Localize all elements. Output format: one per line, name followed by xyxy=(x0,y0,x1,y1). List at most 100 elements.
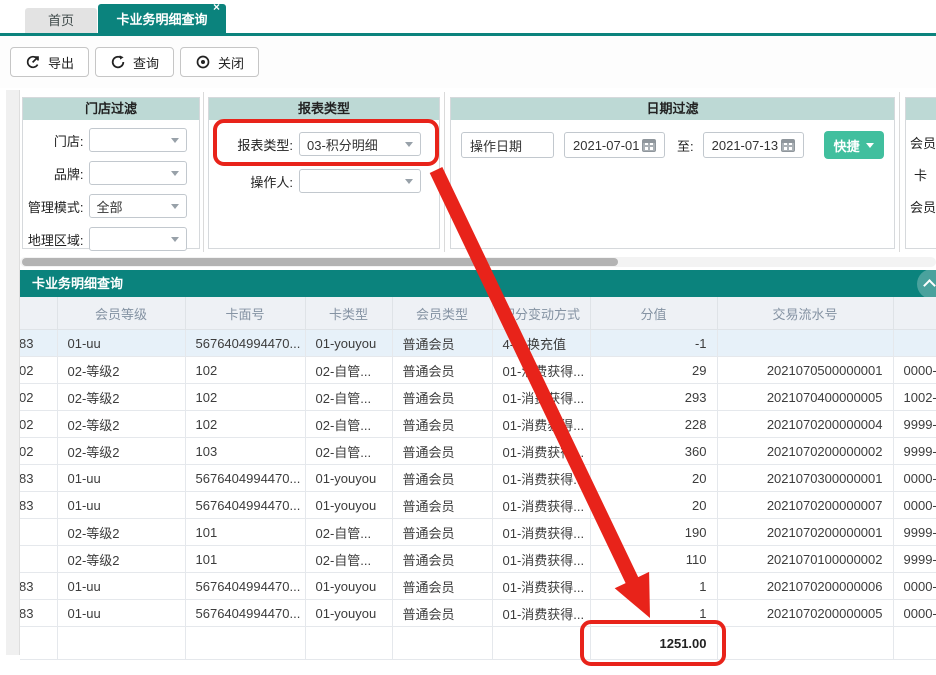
column-header[interactable]: 积分变动方式 xyxy=(492,297,590,330)
table-cell: 2021070100000002 xyxy=(717,546,893,573)
member-label-1: 会员 xyxy=(910,133,936,152)
table-cell xyxy=(305,627,392,660)
store-select[interactable] xyxy=(89,128,188,152)
table-row[interactable]: 0202-等级210302-自管...普通会员01-消费获得...3602021… xyxy=(20,438,936,465)
date-to-input[interactable]: 2021-07-13 xyxy=(703,132,804,158)
table-row[interactable]: 8301-uu5676404994470...01-youyou普通会员4-兑换… xyxy=(20,330,936,357)
table-cell: 普通会员 xyxy=(392,519,492,546)
table-cell: 02-等级2 xyxy=(57,546,185,573)
table-cell: 01-youyou xyxy=(305,573,392,600)
table-row[interactable]: 8301-uu5676404994470...01-youyou普通会员01-消… xyxy=(20,573,936,600)
tab-home[interactable]: 首页 xyxy=(25,8,97,33)
table-cell: 01-消费获得... xyxy=(492,411,590,438)
table-row[interactable]: 8301-uu5676404994470...01-youyou普通会员01-消… xyxy=(20,492,936,519)
chevron-down-icon xyxy=(171,138,179,143)
table-cell: 普通会员 xyxy=(392,465,492,492)
grid-header-row: 会员等级卡面号卡类型会员类型积分变动方式分值交易流水号 xyxy=(20,297,936,330)
report-type-panel: 报表类型 报表类型: 03-积分明细 操作人: xyxy=(208,97,440,249)
export-icon xyxy=(25,54,41,70)
table-cell: 4-兑换充值 xyxy=(492,330,590,357)
manage-mode-select[interactable]: 全部 xyxy=(89,194,188,218)
column-header[interactable] xyxy=(20,297,57,330)
table-cell: 83 xyxy=(20,330,57,357)
table-cell: 普通会员 xyxy=(392,357,492,384)
table-cell: 02 xyxy=(20,357,57,384)
date-from-input[interactable]: 2021-07-01 xyxy=(564,132,665,158)
tab-active-label: 卡业务明细查询 xyxy=(116,12,207,27)
store-label: 门店: xyxy=(23,131,84,150)
table-cell: 01-youyou xyxy=(305,465,392,492)
table-row[interactable]: 0202-等级210202-自管...普通会员01-消费获得...2920210… xyxy=(20,357,936,384)
table-cell: 5676404994470... xyxy=(185,573,305,600)
column-header[interactable]: 分值 xyxy=(590,297,717,330)
member-filter-title xyxy=(906,98,936,120)
close-button[interactable]: 关闭 xyxy=(180,47,259,77)
table-row[interactable]: 8301-uu5676404994470...01-youyou普通会员01-消… xyxy=(20,465,936,492)
grid-title: 卡业务明细查询 xyxy=(20,270,936,297)
close-circle-icon xyxy=(195,54,211,70)
column-header[interactable]: 交易流水号 xyxy=(717,297,893,330)
tab-close-icon[interactable]: × xyxy=(213,0,220,17)
table-cell: 02-等级2 xyxy=(57,519,185,546)
tab-card-detail-query[interactable]: 卡业务明细查询 × xyxy=(98,4,226,36)
table-cell: 01-消费获得... xyxy=(492,357,590,384)
table-cell xyxy=(185,627,305,660)
region-select[interactable] xyxy=(89,227,188,251)
table-cell xyxy=(893,627,936,660)
table-cell: 5676404994470... xyxy=(185,330,305,357)
table-cell: 0000- xyxy=(893,600,936,627)
calendar-icon[interactable] xyxy=(642,139,656,152)
table-cell: 普通会员 xyxy=(392,573,492,600)
table-cell: 102 xyxy=(185,384,305,411)
panel-divider xyxy=(203,92,204,252)
query-button-label: 查询 xyxy=(133,53,159,72)
column-header[interactable]: 会员等级 xyxy=(57,297,185,330)
table-cell xyxy=(392,627,492,660)
column-header[interactable] xyxy=(893,297,936,330)
table-cell: 0000- xyxy=(893,357,936,384)
export-button[interactable]: 导出 xyxy=(10,47,89,77)
table-row[interactable]: 8301-uu5676404994470...01-youyou普通会员01-消… xyxy=(20,600,936,627)
horizontal-scrollbar-thumb[interactable] xyxy=(22,258,618,266)
query-button[interactable]: 查询 xyxy=(95,47,174,77)
table-cell: 02-等级2 xyxy=(57,411,185,438)
table-cell: 01-消费获得... xyxy=(492,546,590,573)
table-cell xyxy=(20,546,57,573)
table-cell: 02-自管... xyxy=(305,411,392,438)
date-type-select[interactable]: 操作日期 xyxy=(461,132,554,158)
brand-select[interactable] xyxy=(89,161,188,185)
table-row[interactable]: 02-等级210102-自管...普通会员01-消费获得...110202107… xyxy=(20,546,936,573)
table-cell: 01-消费获得... xyxy=(492,438,590,465)
collapse-circle-button[interactable] xyxy=(917,270,936,297)
table-row[interactable]: 0202-等级210202-自管...普通会员01-消费获得...2282021… xyxy=(20,411,936,438)
table-cell: 01-uu xyxy=(57,465,185,492)
quick-range-button[interactable]: 快捷 xyxy=(824,131,884,159)
column-header[interactable]: 卡面号 xyxy=(185,297,305,330)
date-filter-title: 日期过滤 xyxy=(451,98,894,120)
table-row[interactable]: 02-等级210102-自管...普通会员01-消费获得...190202107… xyxy=(20,519,936,546)
table-cell: 2021070200000007 xyxy=(717,492,893,519)
table-cell: 20 xyxy=(590,492,717,519)
column-header[interactable]: 会员类型 xyxy=(392,297,492,330)
table-cell xyxy=(717,330,893,357)
table-cell: 01-uu xyxy=(57,492,185,519)
report-type-value: 03-积分明细 xyxy=(307,135,378,154)
table-cell: 01-youyou xyxy=(305,492,392,519)
chevron-down-icon xyxy=(171,204,179,209)
table-row[interactable]: 0202-等级210202-自管...普通会员01-消费获得...2932021… xyxy=(20,384,936,411)
close-button-label: 关闭 xyxy=(218,53,244,72)
table-cell: 02-自管... xyxy=(305,384,392,411)
column-header[interactable]: 卡类型 xyxy=(305,297,392,330)
table-cell: 1 xyxy=(590,573,717,600)
date-from-value: 2021-07-01 xyxy=(573,138,640,153)
table-cell: 5676404994470... xyxy=(185,465,305,492)
grid-body: 8301-uu5676404994470...01-youyou普通会员4-兑换… xyxy=(20,330,936,627)
chevron-down-icon xyxy=(866,143,874,148)
results-table: 会员等级卡面号卡类型会员类型积分变动方式分值交易流水号 8301-uu56764… xyxy=(20,297,936,660)
calendar-icon[interactable] xyxy=(781,139,795,152)
quick-range-label: 快捷 xyxy=(834,136,860,155)
table-cell: 02-自管... xyxy=(305,357,392,384)
toolbar: 导出 查询 关闭 xyxy=(0,36,936,88)
report-type-select[interactable]: 03-积分明细 xyxy=(299,132,421,156)
operator-select[interactable] xyxy=(299,169,421,193)
